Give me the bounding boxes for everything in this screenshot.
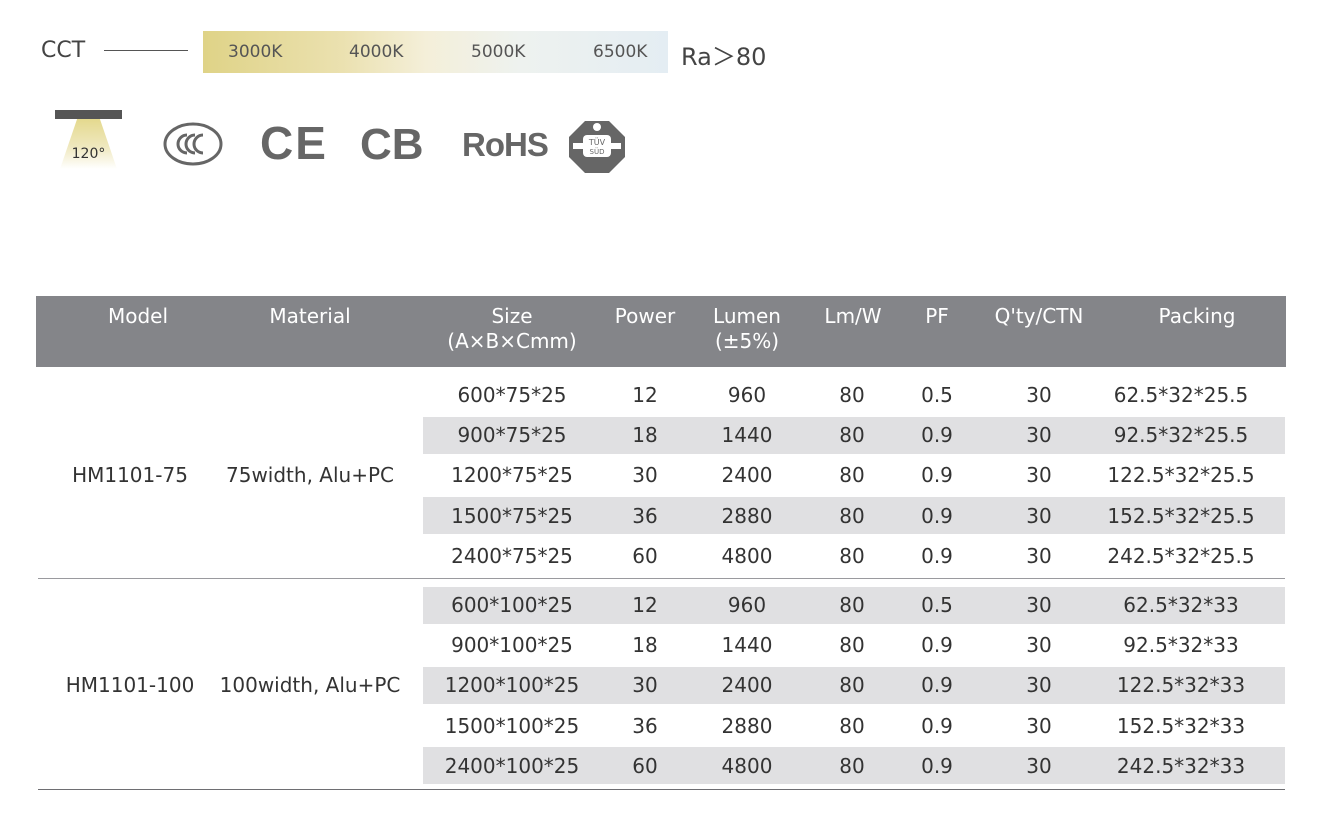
cell-packing: 122.5*32*33 (1116, 673, 1246, 698)
cct-label: CCT (41, 38, 86, 63)
cct-temp-4000k: 4000K (349, 42, 404, 62)
fixture-bar (55, 110, 122, 119)
table-header: Model Material Size (A×B×Cmm) Power Lumen… (36, 296, 1286, 367)
header-lumen: Lumen (±5%) (713, 304, 781, 353)
table-divider (38, 578, 1285, 579)
cell-packing: 62.5*32*33 (1123, 593, 1239, 617)
svg-text:SÜD: SÜD (590, 147, 605, 156)
ce-mark-icon: CE (260, 117, 328, 169)
cell-model: HM1101-100 (65, 673, 195, 698)
cb-mark-icon: CB (360, 120, 424, 169)
beam-angle-label: 120° (71, 146, 106, 162)
beam-angle-icon: 120° (55, 108, 122, 170)
cell-packing: 92.5*32*33 (1123, 633, 1239, 658)
cell-packing: 152.5*32*33 (1116, 713, 1246, 738)
header-size: Size (A×B×Cmm) (447, 304, 577, 353)
cell-packing: 242.5*32*33 (1116, 753, 1246, 778)
cct-temp-3000k: 3000K (228, 42, 283, 62)
cell-packing: 152.5*32*25.5 (1107, 503, 1255, 528)
cct-connector-line (104, 50, 188, 51)
cct-temp-5000k: 5000K (471, 42, 526, 62)
cell-packing: 122.5*32*25.5 (1107, 463, 1255, 488)
ra-value: Ra＞80 (681, 43, 767, 71)
cell-material: 100width, Alu+PC (219, 673, 401, 698)
header-qty-ctn: Q'ty/CTN (994, 304, 1084, 328)
header-lm-w: Lm/W (824, 304, 882, 328)
svg-text:TÜV: TÜV (588, 137, 606, 147)
header-material: Material (269, 304, 351, 328)
tuv-sud-icon: TÜV SÜD (567, 119, 627, 175)
header-packing: Packing (1158, 304, 1236, 328)
ccc-certification-icon (163, 122, 223, 166)
cell-packing: 92.5*32*25.5 (1113, 423, 1249, 448)
header-pf: PF (925, 304, 949, 328)
rohs-mark-icon: RoHS (462, 126, 549, 163)
table-divider (38, 789, 1285, 790)
header-power: Power (614, 304, 676, 328)
cct-temp-6500k: 6500K (593, 42, 648, 62)
cell-model: HM1101-75 (72, 463, 188, 488)
cell-material: 75width, Alu+PC (226, 463, 394, 488)
cell-packing: 62.5*32*25.5 (1113, 383, 1249, 407)
header-model: Model (107, 304, 169, 328)
cell-packing: 242.5*32*25.5 (1107, 543, 1255, 568)
